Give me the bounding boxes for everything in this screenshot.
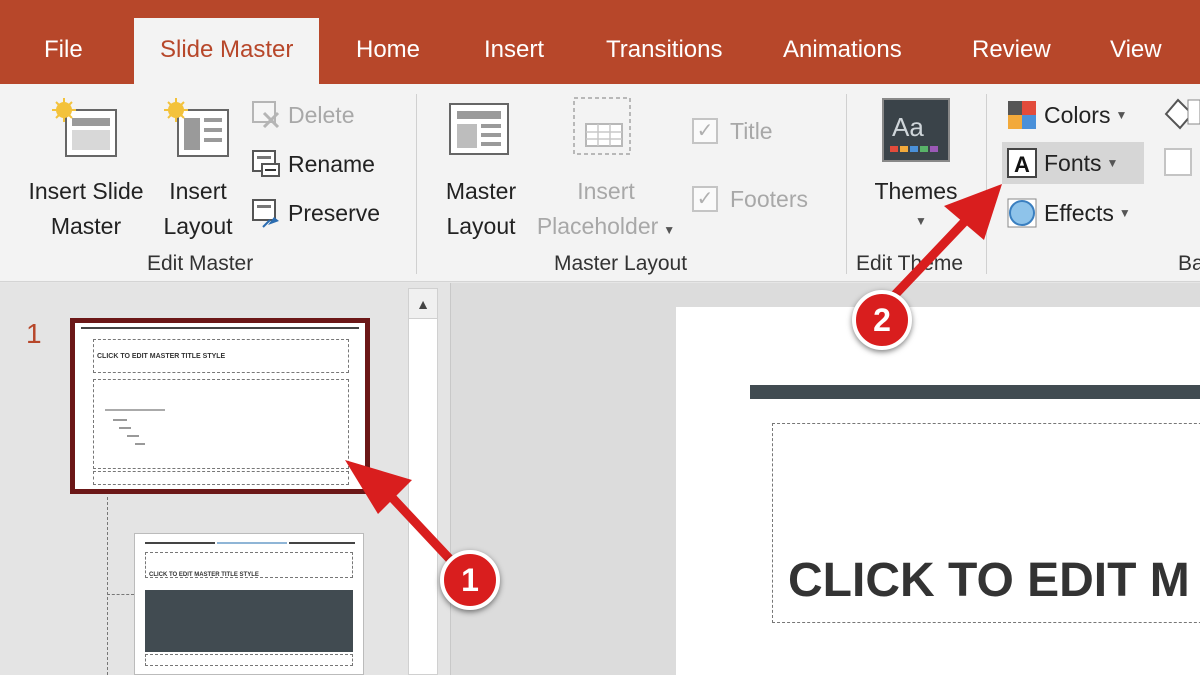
step-badge-2: 2 [852, 290, 912, 350]
annotation-arrows [345, 184, 1002, 575]
step-badge-1: 1 [440, 550, 500, 610]
arrow-2-shaft [885, 213, 973, 305]
